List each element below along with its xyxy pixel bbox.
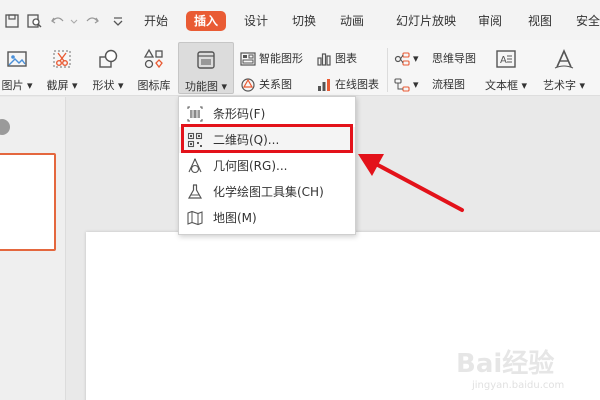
map-icon xyxy=(187,210,203,226)
shape-button[interactable]: 形状 ▾ xyxy=(88,42,128,94)
save-icon[interactable] xyxy=(4,13,20,29)
mind-map-icon xyxy=(394,52,410,66)
geometry-icon xyxy=(188,158,202,174)
slide-thumbnail[interactable] xyxy=(0,153,56,251)
mind-map-label: 思维导图 ▾ xyxy=(413,52,476,65)
function-chart-dropdown: 条形码(F) 二维码(Q)... 几何图(RG)... 化学绘图工具集(CH) xyxy=(178,96,356,235)
tab-transitions[interactable]: 切换 xyxy=(284,11,324,31)
shape-icon xyxy=(99,49,118,68)
tab-insert[interactable]: 插入 xyxy=(186,11,226,31)
relation-chart-icon xyxy=(241,78,255,92)
tab-animations[interactable]: 动画 xyxy=(332,11,372,31)
svg-text:A: A xyxy=(500,55,507,66)
icon-library-label: 图标库 xyxy=(137,79,171,92)
tab-review[interactable]: 审阅 xyxy=(470,11,510,31)
menu-item-geometry[interactable]: 几何图(RG)... xyxy=(179,153,355,179)
tab-home[interactable]: 开始 xyxy=(136,11,176,31)
highlight-box xyxy=(181,124,353,153)
function-chart-label: 功能图 ▾ xyxy=(184,80,228,93)
flowchart-label: 流程图 ▾ xyxy=(413,78,465,91)
panel-toggle-handle[interactable] xyxy=(0,119,10,135)
undo-dropdown-icon[interactable] xyxy=(70,13,78,29)
scissors-icon xyxy=(53,50,71,68)
screenshot-button[interactable]: 截屏 ▾ xyxy=(42,42,82,94)
menu-item-chemistry[interactable]: 化学绘图工具集(CH) xyxy=(179,179,355,205)
tab-view[interactable]: 视图 xyxy=(520,11,560,31)
screenshot-label: 截屏 ▾ xyxy=(46,79,78,92)
flowchart-icon xyxy=(394,78,410,92)
online-chart-icon xyxy=(318,79,330,91)
picture-button[interactable]: 图片 ▾ xyxy=(0,42,36,94)
ribbon-tab-bar: 开始 插入 设计 切换 动画 幻灯片放映 审阅 视图 安全 xyxy=(0,0,600,40)
icon-library-icon xyxy=(143,48,163,69)
smart-graphic-icon xyxy=(240,52,256,66)
flask-icon xyxy=(187,184,203,199)
ribbon-insert-panel: 图片 ▾ 截屏 ▾ 形状 ▾ 图标库 功能图 ▾ 智能图形 关系图 图表 在线图… xyxy=(0,40,600,96)
annotation-arrow xyxy=(358,154,464,212)
barcode-icon xyxy=(187,106,203,122)
icon-library-button[interactable]: 图标库 xyxy=(134,42,174,94)
function-chart-button[interactable]: 功能图 ▾ xyxy=(178,42,234,94)
watermark-url: jingyan.baidu.com xyxy=(471,380,564,391)
tab-slideshow[interactable]: 幻灯片放映 xyxy=(390,11,462,31)
wordart-label: 艺术字 ▾ xyxy=(542,79,586,92)
textbox-label: 文本框 ▾ xyxy=(484,79,528,92)
watermark-logo-text: Bai经验 xyxy=(456,348,554,379)
customize-toolbar-icon[interactable] xyxy=(110,13,126,29)
textbox-button[interactable]: A 文本框 ▾ xyxy=(480,42,532,94)
undo-icon[interactable] xyxy=(50,13,66,29)
print-preview-icon[interactable] xyxy=(26,13,42,29)
wordart-button[interactable]: 艺术字 ▾ xyxy=(536,42,592,94)
picture-label: 图片 ▾ xyxy=(1,79,33,92)
function-chart-icon xyxy=(197,51,215,69)
ribbon-separator xyxy=(387,48,388,92)
baidu-jingyan-watermark: Bai经验 jingyan.baidu.com xyxy=(456,348,564,391)
tab-security[interactable]: 安全 xyxy=(568,11,600,31)
redo-icon[interactable] xyxy=(84,13,100,29)
tab-design[interactable]: 设计 xyxy=(236,11,276,31)
textbox-icon: A xyxy=(496,50,516,68)
shape-label: 形状 ▾ xyxy=(92,79,124,92)
wordart-icon xyxy=(554,49,574,69)
bar-chart-icon xyxy=(317,53,331,66)
slide-thumbnail-panel xyxy=(0,97,66,400)
picture-icon xyxy=(7,51,27,67)
menu-item-map[interactable]: 地图(M) xyxy=(179,205,355,231)
